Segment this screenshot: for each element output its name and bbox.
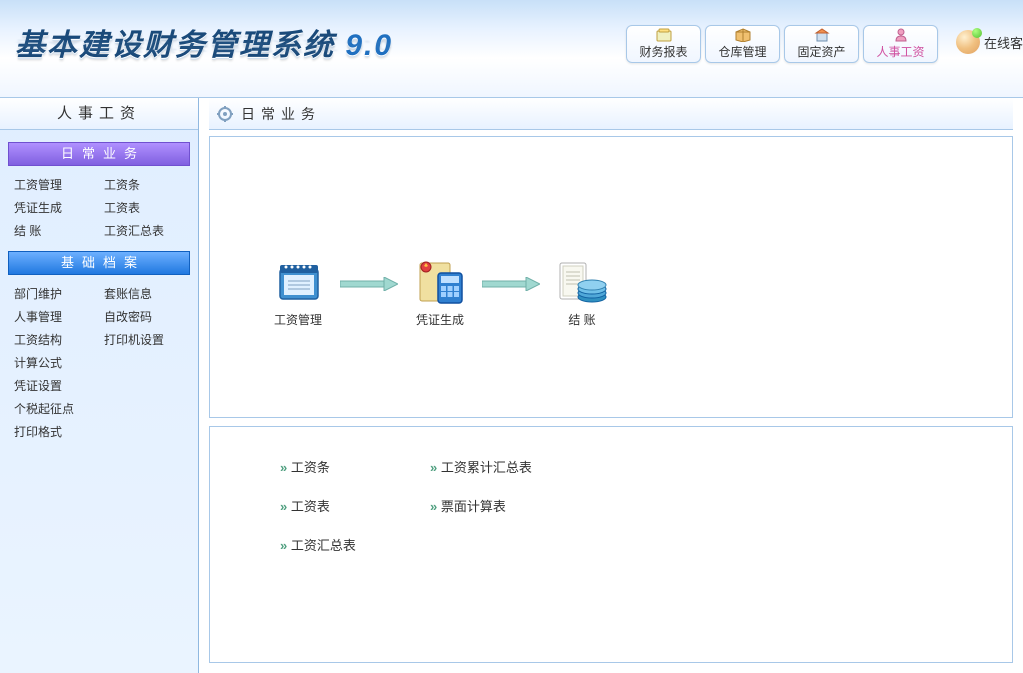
sidebar-item-voucher-set[interactable]: 凭证设置 — [14, 377, 100, 394]
app-body: 人事工资 日常业务 工资管理 工资条 凭证生成 工资表 结 账 工资汇总表 基础… — [0, 98, 1023, 673]
building-icon — [814, 28, 830, 42]
app-root: 基本建设财务管理系统 9.0 基本建设财务管理系统 9.0 财务报表 仓库管理 — [0, 0, 1023, 673]
top-nav: 财务报表 仓库管理 固定资产 人事工资 — [626, 25, 938, 63]
nav-warehouse[interactable]: 仓库管理 — [705, 25, 780, 63]
sidebar-item-summary[interactable]: 工资汇总表 — [104, 222, 190, 239]
report-denomination[interactable]: 票面计算表 — [430, 496, 590, 515]
report-summary[interactable]: 工资汇总表 — [280, 535, 420, 554]
gear-icon — [217, 106, 233, 122]
sidebar-item-salary-structure[interactable]: 工资结构 — [14, 331, 100, 348]
nav-fixed-assets[interactable]: 固定资产 — [784, 25, 859, 63]
main-title: 日常业务 — [241, 104, 321, 124]
online-service[interactable]: 在线客 — [956, 30, 1023, 54]
sidebar-item-formula[interactable]: 计算公式 — [14, 354, 100, 371]
wf-label: 工资管理 — [274, 311, 322, 328]
sidebar-section-daily: 日常业务 工资管理 工资条 凭证生成 工资表 结 账 工资汇总表 — [8, 142, 190, 239]
nav-label: 财务报表 — [639, 43, 687, 60]
sidebar-item-tax-threshold[interactable]: 个税起征点 — [14, 400, 100, 417]
arrow-icon — [482, 277, 540, 291]
avatar-icon — [956, 30, 980, 54]
sidebar-item-salary-sheet[interactable]: 工资表 — [104, 199, 190, 216]
sidebar-title: 人事工资 — [0, 98, 198, 130]
wf-node-salary[interactable]: 工资管理 — [270, 257, 326, 328]
wf-label: 凭证生成 — [416, 311, 464, 328]
sidebar-item-dept[interactable]: 部门维护 — [14, 285, 100, 302]
online-label: 在线客 — [984, 33, 1023, 52]
title-reflection: 基本建设财务管理系统 9.0 — [15, 36, 393, 58]
arrow-icon — [340, 277, 398, 291]
wf-node-voucher[interactable]: 凭证生成 — [412, 257, 468, 328]
notebook-icon — [270, 257, 326, 305]
nav-label: 仓库管理 — [718, 43, 766, 60]
sidebar-item-print-format[interactable]: 打印格式 — [14, 423, 100, 440]
wf-node-settle[interactable]: 结 账 — [554, 257, 610, 328]
sidebar-item-printer[interactable]: 打印机设置 — [104, 331, 190, 348]
sidebar-item-payslip[interactable]: 工资条 — [104, 176, 190, 193]
sidebar-item-blank2 — [104, 377, 190, 394]
nav-label: 固定资产 — [797, 43, 845, 60]
sidebar-item-blank3 — [104, 400, 190, 417]
box-icon — [735, 28, 751, 42]
calculator-icon — [412, 257, 468, 305]
section-header-basic[interactable]: 基础档案 — [8, 251, 190, 275]
report-cumulative-summary[interactable]: 工资累计汇总表 — [430, 457, 590, 476]
section-header-daily[interactable]: 日常业务 — [8, 142, 190, 166]
workflow-panel: 工资管理 — [209, 136, 1013, 418]
sidebar-item-salary-mgmt[interactable]: 工资管理 — [14, 176, 100, 193]
reports-panel: 工资条 工资累计汇总表 工资表 票面计算表 工资汇总表 — [209, 426, 1013, 663]
main-header: 日常业务 — [209, 98, 1013, 130]
nav-financial-reports[interactable]: 财务报表 — [626, 25, 701, 63]
sidebar-item-blank4 — [104, 423, 190, 440]
sidebar-item-hr-mgmt[interactable]: 人事管理 — [14, 308, 100, 325]
report-payslip[interactable]: 工资条 — [280, 457, 420, 476]
sidebar-item-blank1 — [104, 354, 190, 371]
sidebar-item-voucher-gen[interactable]: 凭证生成 — [14, 199, 100, 216]
reports-grid: 工资条 工资累计汇总表 工资表 票面计算表 工资汇总表 — [280, 457, 942, 554]
menu-grid-daily: 工资管理 工资条 凭证生成 工资表 结 账 工资汇总表 — [8, 176, 190, 239]
main-content: 日常业务 — [199, 98, 1023, 673]
nav-hr-salary[interactable]: 人事工资 — [863, 25, 938, 63]
person-icon — [893, 28, 909, 42]
sidebar-item-account-info[interactable]: 套账信息 — [104, 285, 190, 302]
app-header: 基本建设财务管理系统 9.0 基本建设财务管理系统 9.0 财务报表 仓库管理 — [0, 0, 1023, 98]
sidebar-section-basic: 基础档案 部门维护 套账信息 人事管理 自改密码 工资结构 打印机设置 计算公式… — [8, 251, 190, 440]
nav-label: 人事工资 — [876, 43, 924, 60]
ledger-icon — [554, 257, 610, 305]
sidebar-item-settle[interactable]: 结 账 — [14, 222, 100, 239]
workflow: 工资管理 — [270, 257, 610, 328]
report-salary-sheet[interactable]: 工资表 — [280, 496, 420, 515]
wf-label: 结 账 — [568, 311, 595, 328]
sidebar-item-change-pw[interactable]: 自改密码 — [104, 308, 190, 325]
menu-grid-basic: 部门维护 套账信息 人事管理 自改密码 工资结构 打印机设置 计算公式 凭证设置… — [8, 285, 190, 440]
sidebar: 人事工资 日常业务 工资管理 工资条 凭证生成 工资表 结 账 工资汇总表 基础… — [0, 98, 199, 673]
report-icon — [656, 28, 672, 42]
